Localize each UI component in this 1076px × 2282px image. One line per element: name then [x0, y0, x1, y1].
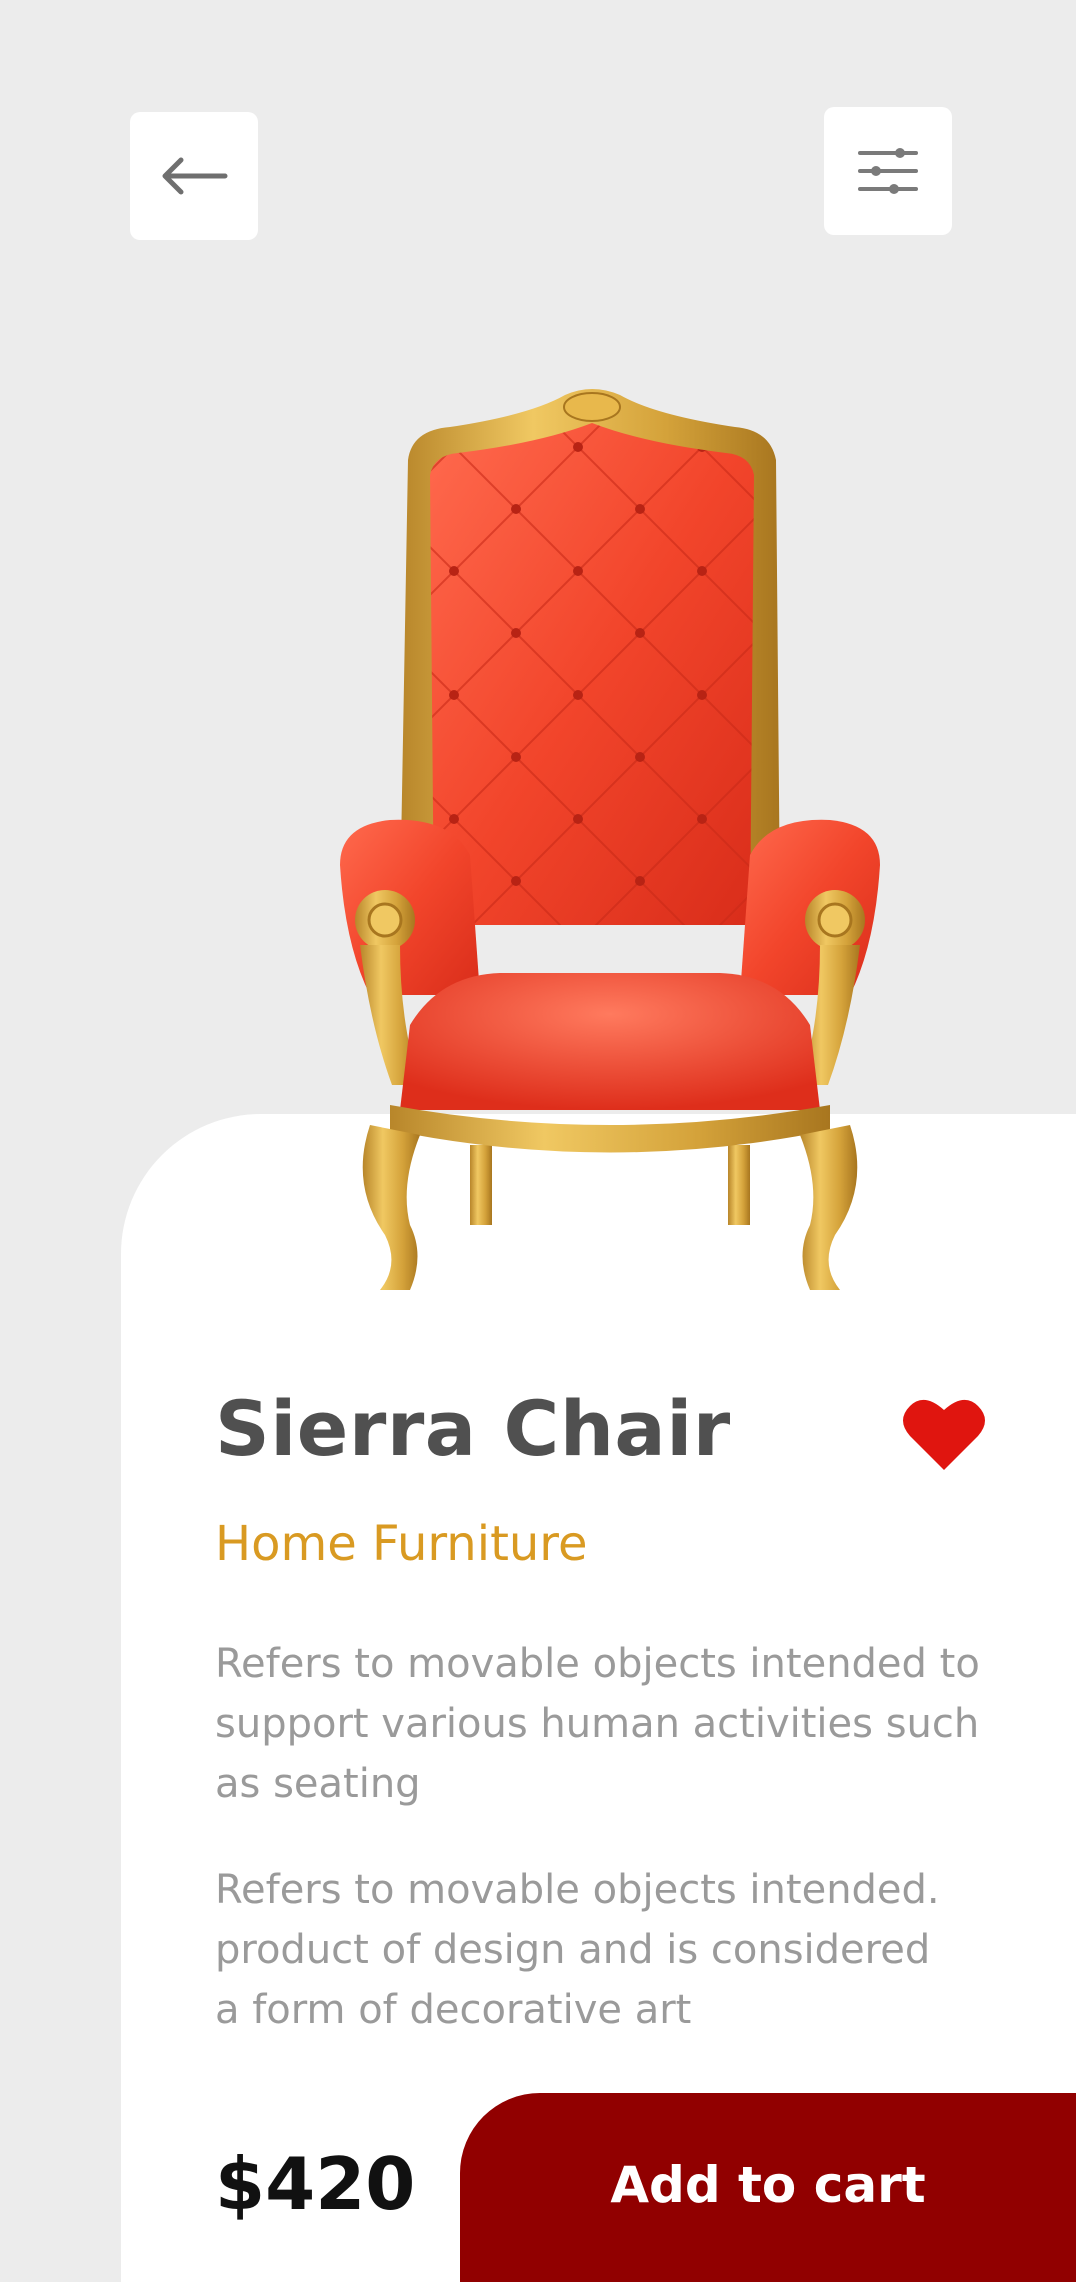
heart-icon: [903, 1399, 985, 1470]
product-image: [330, 385, 890, 1315]
add-to-cart-button[interactable]: Add to cart: [460, 2093, 1076, 2282]
product-price: $420: [215, 2142, 416, 2226]
chair-illustration: [340, 389, 880, 1290]
favorite-button[interactable]: [902, 1394, 986, 1474]
arrow-left-icon: [162, 157, 228, 195]
product-category: Home Furniture: [215, 1516, 588, 1572]
product-description: Refers to movable objects intended to su…: [215, 1641, 980, 1807]
product-title: Sierra Chair: [215, 1384, 731, 1473]
filter-button[interactable]: [824, 107, 952, 235]
product-description-secondary: Refers to movable objects intended. prod…: [215, 1867, 940, 2033]
back-button[interactable]: [130, 112, 258, 240]
sliders-icon: [858, 148, 918, 194]
